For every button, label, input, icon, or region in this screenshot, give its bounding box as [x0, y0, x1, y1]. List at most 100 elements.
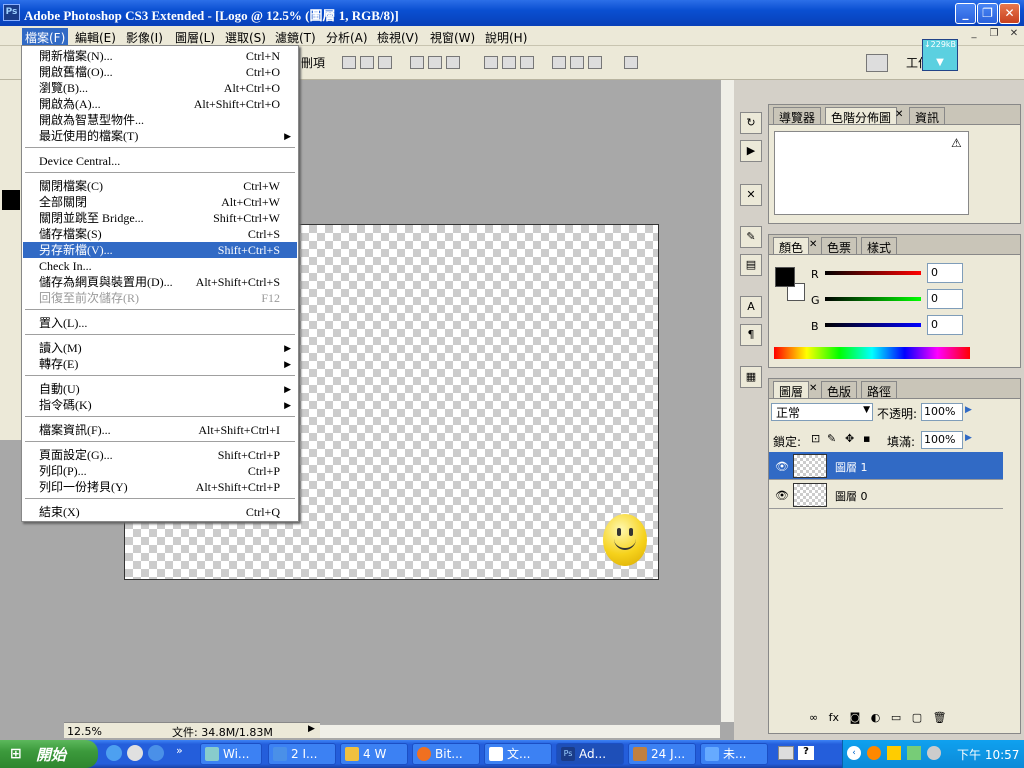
- history-icon[interactable]: ↻: [740, 112, 762, 134]
- lock-transparent-icon[interactable]: ⊡: [811, 432, 820, 445]
- layer-row[interactable]: 👁 圖層 1: [769, 452, 1003, 480]
- foreground-color-swatch[interactable]: [2, 190, 20, 210]
- layer-mask-icon[interactable]: ◙: [850, 711, 861, 724]
- menu-help[interactable]: 說明(H): [482, 28, 530, 47]
- link-layers-icon[interactable]: ∞: [809, 711, 818, 724]
- layer-style-icon[interactable]: fx: [829, 711, 839, 724]
- file-menu-item[interactable]: 最近使用的檔案(T) ▶: [23, 128, 297, 144]
- adjustment-layer-icon[interactable]: ◐: [871, 711, 881, 724]
- taskbar-button-untitled[interactable]: 未...: [700, 743, 768, 765]
- opacity-input[interactable]: 100%: [921, 403, 963, 421]
- tab-channels[interactable]: 色版: [821, 381, 858, 399]
- paragraph-icon[interactable]: ¶: [740, 324, 762, 346]
- taskbar-button-wi[interactable]: Wi...: [200, 743, 262, 765]
- doc-restore-icon[interactable]: ❐: [986, 28, 1002, 42]
- file-menu-item[interactable]: 轉存(E) ▶: [23, 356, 297, 372]
- file-menu-item[interactable]: 開啟為(A)... Alt+Shift+Ctrl+O: [23, 96, 297, 112]
- align-right-icon[interactable]: [446, 56, 460, 69]
- tab-histogram[interactable]: 色階分佈圖: [825, 107, 898, 125]
- new-layer-icon[interactable]: ▢: [912, 711, 922, 724]
- file-menu-item[interactable]: 開新檔案(N)... Ctrl+N: [23, 48, 297, 64]
- file-menu-item[interactable]: 讀入(M) ▶: [23, 340, 297, 356]
- close-button[interactable]: ✕: [999, 3, 1020, 24]
- file-menu-item[interactable]: Device Central...: [23, 153, 297, 169]
- taskbar-button-photoshop[interactable]: Ps Ad...: [556, 743, 624, 765]
- zoom-level[interactable]: 12.5%: [67, 725, 102, 738]
- align-left-icon[interactable]: [410, 56, 424, 69]
- layer-row[interactable]: 👁 圖層 0: [769, 481, 1003, 509]
- ie-icon[interactable]: [148, 745, 164, 761]
- file-menu-item[interactable]: 關閉並跳至 Bridge... Shift+Ctrl+W: [23, 210, 297, 226]
- file-menu-item[interactable]: 開啟為智慧型物件...: [23, 112, 297, 128]
- taskbar-button-ie[interactable]: 2 I...: [268, 743, 336, 765]
- tab-navigator[interactable]: 導覽器: [773, 107, 822, 125]
- tab-swatches[interactable]: 色票: [821, 237, 858, 255]
- distribute-top-icon[interactable]: [484, 56, 498, 69]
- menu-view[interactable]: 檢視(V): [374, 28, 422, 47]
- file-menu-item[interactable]: Check In...: [23, 258, 297, 274]
- color-spectrum-ramp[interactable]: [774, 347, 970, 359]
- align-top-icon[interactable]: [342, 56, 356, 69]
- tray-app-icon[interactable]: [867, 746, 881, 760]
- help-icon[interactable]: ?: [798, 746, 814, 760]
- start-button[interactable]: ⊞ 開始: [0, 740, 98, 768]
- red-value[interactable]: 0: [927, 263, 963, 283]
- tray-expand-icon[interactable]: ‹: [847, 746, 861, 760]
- brushes-icon[interactable]: ✎: [740, 226, 762, 248]
- file-menu-item[interactable]: 列印(P)... Ctrl+P: [23, 463, 297, 479]
- file-menu-item[interactable]: 儲存為網頁與裝置用(D)... Alt+Shift+Ctrl+S: [23, 274, 297, 290]
- align-vcenter-icon[interactable]: [360, 56, 374, 69]
- align-bottom-icon[interactable]: [378, 56, 392, 69]
- close-tab-icon[interactable]: ✕: [809, 383, 817, 394]
- file-menu-item[interactable]: 另存新檔(V)... Shift+Ctrl+S: [23, 242, 297, 258]
- close-tab-icon[interactable]: ✕: [809, 239, 817, 250]
- doc-close-icon[interactable]: ✕: [1006, 28, 1022, 42]
- fill-input[interactable]: 100%: [921, 431, 963, 449]
- distribute-right-icon[interactable]: [588, 56, 602, 69]
- tray-volume-icon[interactable]: [887, 746, 901, 760]
- keyboard-icon[interactable]: [778, 746, 794, 760]
- quicklaunch-expand-icon[interactable]: »: [176, 744, 183, 757]
- eye-icon[interactable]: 👁: [775, 460, 789, 473]
- close-tab-icon[interactable]: ✕: [895, 109, 903, 120]
- distribute-hcenter-icon[interactable]: [570, 56, 584, 69]
- file-menu-item[interactable]: 檔案資訊(F)... Alt+Shift+Ctrl+I: [23, 422, 297, 438]
- bridge-icon[interactable]: [866, 54, 888, 72]
- taskbar-button-folders[interactable]: 4 W: [340, 743, 408, 765]
- photoshop-app-icon[interactable]: Ps: [3, 4, 20, 21]
- menu-analysis[interactable]: 分析(A): [323, 28, 371, 47]
- distribute-bottom-icon[interactable]: [520, 56, 534, 69]
- lock-all-icon[interactable]: ▪: [863, 432, 870, 445]
- tab-paths[interactable]: 路徑: [861, 381, 898, 399]
- file-menu-item[interactable]: 頁面設定(G)... Shift+Ctrl+P: [23, 447, 297, 463]
- foreground-color-box[interactable]: [775, 267, 795, 287]
- lock-image-icon[interactable]: ✎: [827, 432, 836, 445]
- fill-arrow-icon[interactable]: ▶: [965, 433, 972, 443]
- tab-color[interactable]: 顏色: [773, 237, 810, 255]
- horizontal-scrollbar[interactable]: [320, 724, 720, 738]
- new-group-icon[interactable]: ▭: [891, 711, 901, 724]
- actions-icon[interactable]: ▶: [740, 140, 762, 162]
- taskbar-button-bit[interactable]: Bit...: [412, 743, 480, 765]
- distribute-vcenter-icon[interactable]: [502, 56, 516, 69]
- file-menu-item[interactable]: 瀏覽(B)... Alt+Ctrl+O: [23, 80, 297, 96]
- tray-security-icon[interactable]: [927, 746, 941, 760]
- taskbar-button-doc[interactable]: 文...: [484, 743, 552, 765]
- file-menu-item[interactable]: 指令碼(K) ▶: [23, 397, 297, 413]
- file-menu-item[interactable]: 列印一份拷貝(Y) Alt+Shift+Ctrl+P: [23, 479, 297, 495]
- blend-mode-select[interactable]: 正常 ▼: [771, 403, 873, 421]
- media-player-icon[interactable]: [127, 745, 143, 761]
- tray-network-icon[interactable]: [907, 746, 921, 760]
- opacity-arrow-icon[interactable]: ▶: [965, 405, 972, 415]
- network-speed-widget[interactable]: ↓229kB ▼: [922, 39, 958, 71]
- distribute-left-icon[interactable]: [552, 56, 566, 69]
- file-menu-item[interactable]: 儲存檔案(S) Ctrl+S: [23, 226, 297, 242]
- clone-source-icon[interactable]: ▤: [740, 254, 762, 276]
- layer-comps-icon[interactable]: ▦: [740, 366, 762, 388]
- workspace-dropdown-icon[interactable]: ▼: [923, 57, 957, 68]
- file-menu-item[interactable]: 置入(L)...: [23, 315, 297, 331]
- tab-layers[interactable]: 圖層: [773, 381, 810, 399]
- vertical-scrollbar[interactable]: [720, 80, 734, 722]
- tab-styles[interactable]: 樣式: [861, 237, 898, 255]
- file-menu-item[interactable]: 自動(U) ▶: [23, 381, 297, 397]
